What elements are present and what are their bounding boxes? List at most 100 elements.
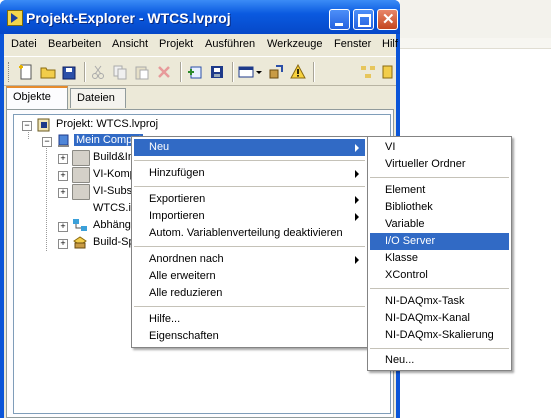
tree-item-vi-subs[interactable]: VI-Subs [93, 185, 132, 197]
tree-item-abhaengigkeiten[interactable]: Abhängi [93, 219, 133, 231]
properties-icon[interactable] [268, 64, 284, 80]
cut-icon[interactable] [90, 64, 106, 80]
open-folder-icon[interactable] [40, 64, 56, 80]
submenu-arrow-icon [355, 144, 359, 152]
submenu-item-klasse[interactable]: Klasse [370, 250, 509, 267]
new-file-icon[interactable] [18, 64, 34, 80]
tab-strip: Objekte Dateien [4, 86, 396, 110]
close-icon: ✕ [382, 11, 395, 28]
context-menu-item-alle-erweitern[interactable]: Alle erweitern [134, 268, 365, 285]
collapse-toggle[interactable]: − [22, 121, 32, 131]
toolbar-separator [84, 62, 86, 82]
menu-item-label: Neu [149, 141, 170, 153]
submenu-item-daqmx-task[interactable]: NI-DAQmx-Task [370, 293, 509, 310]
expand-toggle[interactable]: + [58, 239, 68, 249]
toolbar-separator [232, 62, 234, 82]
tree-connector [46, 145, 47, 251]
expand-toggle[interactable]: + [58, 188, 68, 198]
folder-icon [72, 150, 90, 166]
toolbar-grip[interactable] [8, 62, 12, 82]
menu-bar: Datei Bearbeiten Ansicht Projekt Ausführ… [4, 34, 398, 54]
add-to-project-icon[interactable] [187, 64, 203, 80]
menu-separator [370, 348, 509, 349]
toolbar-separator [313, 62, 315, 82]
submenu-item-xcontrol[interactable]: XControl [370, 267, 509, 284]
submenu-arrow-icon [355, 170, 359, 178]
dependencies-icon [72, 218, 88, 232]
submenu-item-virtueller-ordner[interactable]: Virtueller Ordner [370, 156, 509, 173]
paste-icon[interactable] [134, 64, 150, 80]
background-window-menubar [400, 0, 551, 39]
computer-icon [56, 134, 72, 148]
maximize-button[interactable] [353, 9, 374, 30]
submenu-item-element[interactable]: Element [370, 182, 509, 199]
menu-separator [134, 186, 365, 187]
build-specs-icon [72, 235, 88, 249]
collapse-toggle[interactable]: − [42, 137, 52, 147]
chevron-down-icon[interactable] [255, 64, 263, 80]
menu-separator [134, 246, 365, 247]
save-all-icon[interactable] [61, 64, 77, 80]
tree-item-build-install[interactable]: Build&In [93, 151, 134, 163]
submenu-item-io-server[interactable]: I/O Server [370, 233, 509, 250]
submenu-item-daqmx-skalierung[interactable]: NI-DAQmx-Skalierung [370, 327, 509, 344]
build-icon[interactable] [209, 64, 225, 80]
tab-dateien[interactable]: Dateien [70, 88, 126, 108]
tree-item-vi-komponenten[interactable]: VI-Komp [93, 168, 136, 180]
toolbar [4, 56, 396, 86]
menu-ausfuehren[interactable]: Ausführen [205, 38, 255, 50]
title-bar[interactable]: Projekt-Explorer - WTCS.lvproj ✕ [0, 0, 400, 34]
minimize-button[interactable] [329, 9, 350, 30]
menu-projekt[interactable]: Projekt [159, 38, 193, 50]
context-menu-item-anordnen-nach[interactable]: Anordnen nach [134, 251, 365, 268]
context-menu-item-alle-reduzieren[interactable]: Alle reduzieren [134, 285, 365, 302]
expand-toggle[interactable]: + [58, 222, 68, 232]
menu-separator [370, 177, 509, 178]
menu-werkzeuge[interactable]: Werkzeuge [267, 38, 322, 50]
submenu-item-vi[interactable]: VI [370, 139, 509, 156]
context-menu: Neu Hinzufügen Exportieren Importieren A… [131, 136, 368, 348]
menu-item-label: Exportieren [149, 193, 206, 205]
context-menu-item-exportieren[interactable]: Exportieren [134, 191, 365, 208]
submenu-neu: VI Virtueller Ordner Element Bibliothek … [367, 136, 512, 371]
menu-hilfe[interactable]: Hilf [382, 38, 398, 50]
expand-toggle[interactable]: + [58, 171, 68, 181]
context-menu-item-autom-variablenverteilung[interactable]: Autom. Variablenverteilung deaktivieren [134, 225, 365, 242]
folder-icon [72, 167, 90, 183]
submenu-item-bibliothek[interactable]: Bibliothek [370, 199, 509, 216]
toolbar-overflow-icon[interactable] [382, 64, 394, 80]
close-button[interactable]: ✕ [377, 9, 398, 30]
labview-app-icon[interactable] [7, 10, 23, 26]
submenu-item-neu-dialog[interactable]: Neu... [370, 352, 509, 369]
copy-icon[interactable] [112, 64, 128, 80]
context-menu-item-neu[interactable]: Neu [134, 139, 365, 156]
submenu-arrow-icon [355, 213, 359, 221]
warning-icon[interactable] [290, 63, 306, 80]
view-options-icon[interactable] [238, 64, 254, 80]
context-menu-item-hilfe[interactable]: Hilfe... [134, 311, 365, 328]
menu-separator [134, 306, 365, 307]
delete-icon[interactable] [156, 64, 172, 80]
folder-icon [72, 184, 90, 200]
context-menu-item-eigenschaften[interactable]: Eigenschaften [134, 328, 365, 345]
background-window-toolbar [400, 38, 551, 49]
menu-fenster[interactable]: Fenster [334, 38, 371, 50]
menu-datei[interactable]: Datei [11, 38, 37, 50]
menu-separator [370, 288, 509, 289]
menu-ansicht[interactable]: Ansicht [112, 38, 148, 50]
tree-item-wtcs-file[interactable]: WTCS.ic [93, 202, 136, 214]
menu-bearbeiten[interactable]: Bearbeiten [48, 38, 101, 50]
toolbar-separator [180, 62, 182, 82]
menu-item-label: Hinzufügen [149, 167, 205, 179]
submenu-arrow-icon [355, 196, 359, 204]
submenu-arrow-icon [355, 256, 359, 264]
context-menu-item-importieren[interactable]: Importieren [134, 208, 365, 225]
tab-objekte[interactable]: Objekte [6, 86, 68, 109]
submenu-item-daqmx-kanal[interactable]: NI-DAQmx-Kanal [370, 310, 509, 327]
menu-item-label: Anordnen nach [149, 253, 224, 265]
expand-toggle[interactable]: + [58, 154, 68, 164]
submenu-item-variable[interactable]: Variable [370, 216, 509, 233]
tree-root-label[interactable]: Projekt: WTCS.lvproj [56, 118, 158, 130]
hierarchy-icon[interactable] [360, 64, 376, 80]
context-menu-item-hinzufuegen[interactable]: Hinzufügen [134, 165, 365, 182]
